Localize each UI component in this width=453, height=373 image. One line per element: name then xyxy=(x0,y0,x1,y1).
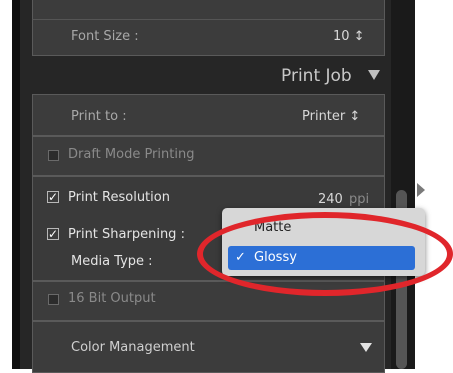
color-management-label[interactable]: Color Management xyxy=(71,340,195,355)
bit-output-checkbox[interactable] xyxy=(48,294,59,305)
font-size-value[interactable]: 10 ↕ xyxy=(333,29,365,44)
print-to-select[interactable]: Printer ↕ xyxy=(302,109,360,124)
highlight-ellipse xyxy=(197,212,453,296)
print-resolution-value[interactable]: 240 xyxy=(318,192,343,207)
print-job-title[interactable]: Print Job xyxy=(281,66,352,86)
font-size-label: Font Size : xyxy=(71,29,139,44)
media-type-label: Media Type : xyxy=(71,254,153,269)
triangle-down-icon[interactable] xyxy=(360,343,372,352)
left-margin xyxy=(0,0,12,369)
triangle-down-icon[interactable] xyxy=(368,70,380,80)
left-edge-bar xyxy=(12,0,20,369)
print-resolution-label[interactable]: Print Resolution xyxy=(68,190,170,205)
draft-mode-label[interactable]: Draft Mode Printing xyxy=(68,147,194,162)
print-sharpening-label[interactable]: Print Sharpening : xyxy=(68,227,185,242)
print-sharpening-checkbox[interactable]: ✓ xyxy=(47,228,59,240)
print-resolution-checkbox[interactable]: ✓ xyxy=(47,191,59,203)
collapse-right-arrow-icon[interactable] xyxy=(417,183,425,197)
bit-output-label[interactable]: 16 Bit Output xyxy=(68,291,156,306)
draft-mode-checkbox[interactable] xyxy=(48,150,59,161)
print-to-label: Print to : xyxy=(71,109,127,124)
print-resolution-unit: ppi xyxy=(349,192,370,207)
